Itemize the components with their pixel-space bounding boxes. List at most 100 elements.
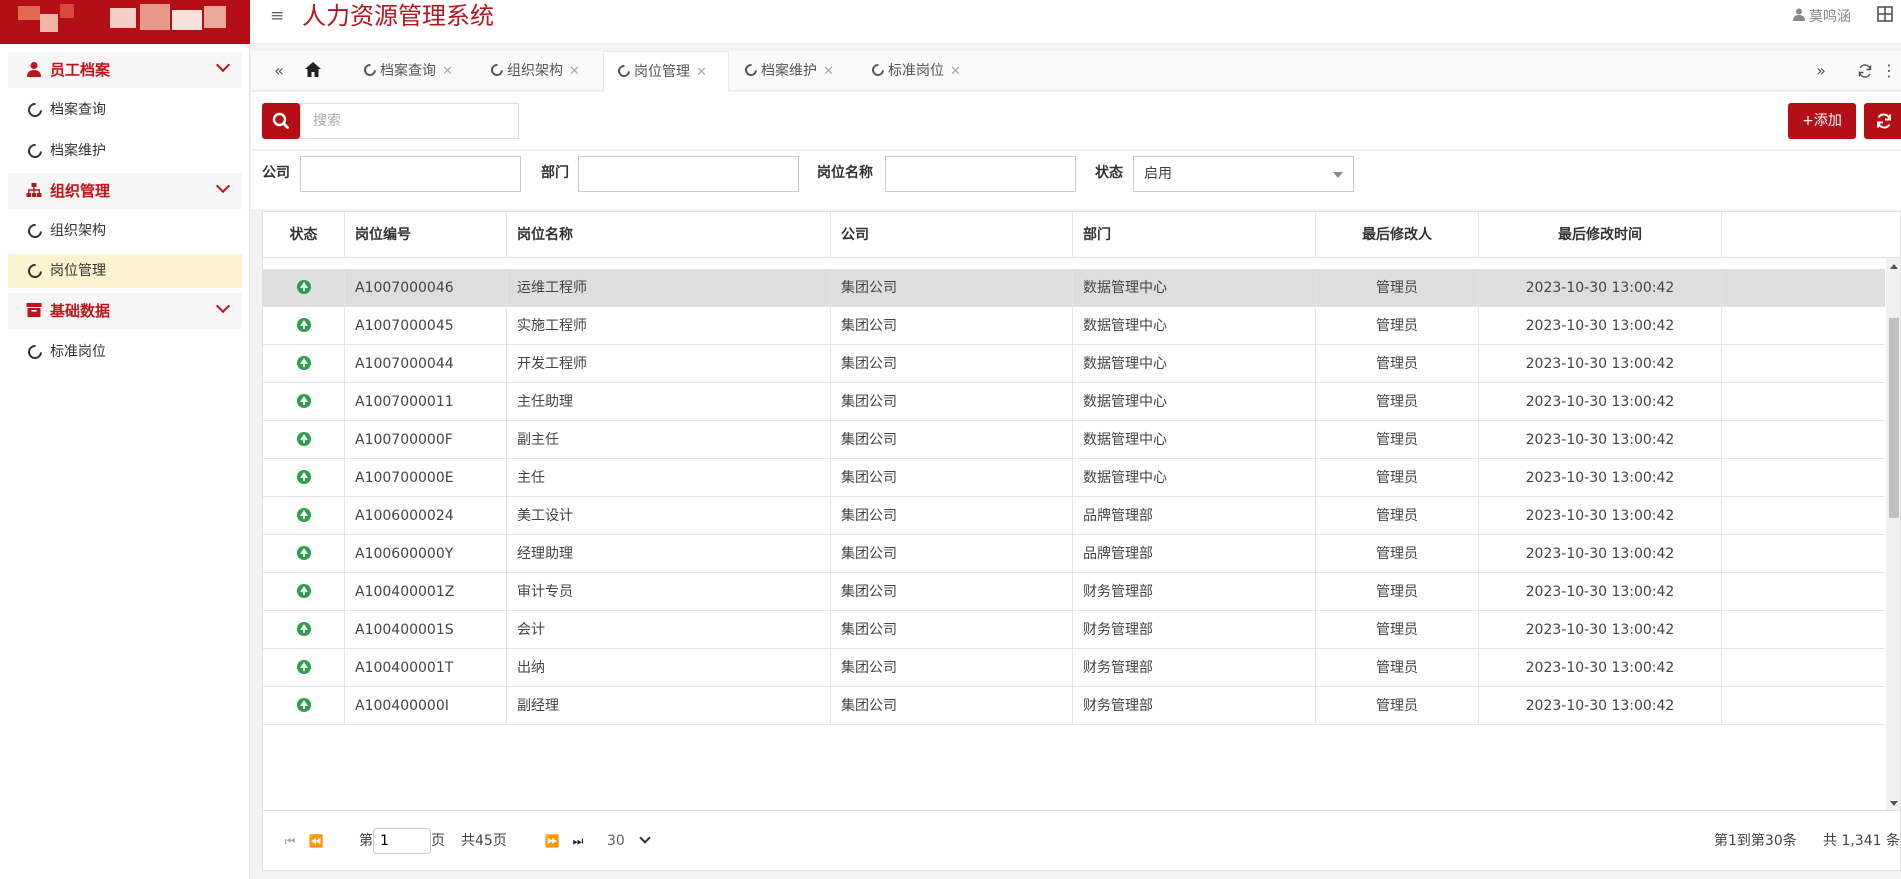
modifier-cell: 管理员 bbox=[1316, 421, 1479, 459]
scroll-left-icon[interactable]: « bbox=[259, 51, 299, 91]
sidebar-item-record-maintenance[interactable]: 档案维护 bbox=[8, 134, 242, 168]
tab-record-maintenance[interactable]: 档案维护 ✕ bbox=[742, 51, 834, 91]
name-cell: 会计 bbox=[507, 611, 831, 649]
sidebar-item-label: 岗位管理 bbox=[50, 263, 106, 279]
table-row[interactable]: A1007000046 运维工程师 集团公司 数据管理中心 管理员 2023-10-30 … bbox=[263, 269, 1885, 307]
table-row[interactable]: A100700000E 主任 集团公司 数据管理中心 管理员 2023-10-30 13:… bbox=[263, 459, 1885, 497]
refresh-button[interactable] bbox=[1864, 103, 1901, 139]
user-menu[interactable]: 莫鸣涵 bbox=[1793, 6, 1851, 26]
more-vertical-icon[interactable]: ⋮ bbox=[1877, 51, 1901, 91]
scroll-down-icon[interactable] bbox=[1890, 801, 1898, 806]
dept-cell: 数据管理中心 bbox=[1073, 269, 1316, 307]
modified-time-cell: 2023-10-30 13:00:42 bbox=[1479, 421, 1722, 459]
filler-cell bbox=[1722, 459, 1885, 497]
table-row[interactable]: A100400001Z 审计专员 集团公司 财务管理部 管理员 2023-10-30 13… bbox=[263, 573, 1885, 611]
close-icon[interactable]: ✕ bbox=[950, 64, 961, 79]
modifier-cell: 管理员 bbox=[1316, 687, 1479, 725]
modifier-cell: 管理员 bbox=[1316, 497, 1479, 535]
sidebar-group-employee-records[interactable]: 员工档案 bbox=[8, 52, 242, 88]
pagination: ⏮ ⏪ 第 页 共45页 ⏩ ⏭ 30 第1到第30条 共 1,341 条 bbox=[262, 811, 1901, 871]
table-scrollbar[interactable] bbox=[1886, 258, 1900, 810]
enabled-arrow-up-icon bbox=[296, 280, 311, 294]
modifier-cell: 管理员 bbox=[1316, 459, 1479, 497]
close-icon[interactable]: ✕ bbox=[442, 64, 453, 79]
position-name-input[interactable] bbox=[885, 156, 1076, 192]
table-row[interactable]: A100400001T 出纳 集团公司 财务管理部 管理员 2023-10-30 13:0… bbox=[263, 649, 1885, 687]
col-code[interactable]: 岗位编号 bbox=[345, 212, 507, 258]
next-page-icon[interactable]: ⏩ bbox=[543, 831, 561, 851]
sidebar-group-label: 员工档案 bbox=[50, 61, 111, 79]
company-cell: 集团公司 bbox=[831, 459, 1073, 497]
scroll-up-icon[interactable] bbox=[1890, 264, 1898, 269]
sidebar-group-label: 基础数据 bbox=[50, 302, 111, 320]
status-cell bbox=[263, 459, 345, 497]
col-dept[interactable]: 部门 bbox=[1073, 212, 1316, 258]
col-modified-time[interactable]: 最后修改时间 bbox=[1479, 212, 1722, 258]
tab-label: 档案查询 bbox=[380, 63, 436, 79]
grid-icon[interactable] bbox=[1877, 6, 1893, 26]
circle-notch-icon bbox=[361, 61, 379, 79]
col-status[interactable]: 状态 bbox=[263, 212, 345, 258]
table-row[interactable]: A100600000Y 经理助理 集团公司 品牌管理部 管理员 2023-10-30 13… bbox=[263, 535, 1885, 573]
chevron-down-icon bbox=[639, 832, 651, 844]
sidebar-item-org-structure[interactable]: 组织架构 bbox=[8, 214, 242, 248]
circle-notch-icon bbox=[25, 100, 45, 120]
sidebar-item-label: 标准岗位 bbox=[50, 344, 106, 360]
home-icon[interactable] bbox=[304, 61, 324, 81]
tab-position-management[interactable]: 岗位管理 ✕ bbox=[603, 51, 729, 92]
sidebar-item-record-query[interactable]: 档案查询 bbox=[8, 93, 242, 127]
company-cell: 集团公司 bbox=[831, 345, 1073, 383]
table-row[interactable]: A1006000024 美工设计 集团公司 品牌管理部 管理员 2023-10-30 13… bbox=[263, 497, 1885, 535]
search-button[interactable] bbox=[262, 103, 300, 139]
tab-standard-position[interactable]: 标准岗位 ✕ bbox=[869, 51, 961, 91]
close-icon[interactable]: ✕ bbox=[696, 65, 707, 80]
sidebar-item-position-management[interactable]: 岗位管理 bbox=[8, 254, 242, 288]
circle-notch-icon bbox=[25, 141, 45, 161]
status-cell bbox=[263, 611, 345, 649]
modified-time-cell: 2023-10-30 13:00:42 bbox=[1479, 535, 1722, 573]
modified-time-cell: 2023-10-30 13:00:42 bbox=[1479, 649, 1722, 687]
prev-page-icon[interactable]: ⏪ bbox=[307, 831, 325, 851]
position-name-label: 岗位名称 bbox=[817, 165, 873, 181]
modified-time-cell: 2023-10-30 13:00:42 bbox=[1479, 383, 1722, 421]
scroll-thumb[interactable] bbox=[1889, 318, 1899, 518]
col-company[interactable]: 公司 bbox=[831, 212, 1073, 258]
table-row[interactable]: A100400001S 会计 集团公司 财务管理部 管理员 2023-10-30 13:0… bbox=[263, 611, 1885, 649]
dept-input[interactable] bbox=[578, 156, 799, 192]
status-select[interactable]: 启用 bbox=[1133, 156, 1354, 192]
table-row[interactable]: A100400000I 副经理 集团公司 财务管理部 管理员 2023-10-30 13:… bbox=[263, 687, 1885, 725]
menu-toggle-icon[interactable]: ≡ bbox=[270, 6, 290, 26]
close-icon[interactable]: ✕ bbox=[823, 64, 834, 79]
table-row[interactable]: A1007000011 主任助理 集团公司 数据管理中心 管理员 2023-10-30 1… bbox=[263, 383, 1885, 421]
table-row[interactable]: A100700000F 副主任 集团公司 数据管理中心 管理员 2023-10-30 13… bbox=[263, 421, 1885, 459]
table-row[interactable]: A1007000044 开发工程师 集团公司 数据管理中心 管理员 2023-10-30 … bbox=[263, 345, 1885, 383]
last-page-icon[interactable]: ⏭ bbox=[569, 831, 587, 851]
col-modifier[interactable]: 最后修改人 bbox=[1316, 212, 1479, 258]
modified-time-cell: 2023-10-30 13:00:42 bbox=[1479, 307, 1722, 345]
modified-time-cell: 2023-10-30 13:00:42 bbox=[1479, 345, 1722, 383]
dept-cell: 数据管理中心 bbox=[1073, 459, 1316, 497]
sidebar-group-org-management[interactable]: 组织管理 bbox=[8, 173, 242, 209]
scroll-right-icon[interactable]: » bbox=[1801, 51, 1841, 91]
add-button[interactable]: +添加 bbox=[1788, 103, 1856, 139]
tab-record-query[interactable]: 档案查询 ✕ bbox=[361, 51, 453, 91]
tab-org-structure[interactable]: 组织架构 ✕ bbox=[488, 51, 580, 91]
company-input[interactable] bbox=[300, 156, 521, 192]
first-page-icon[interactable]: ⏮ bbox=[281, 831, 299, 851]
archive-icon bbox=[26, 302, 42, 318]
sidebar-item-standard-position[interactable]: 标准岗位 bbox=[8, 335, 242, 369]
table-row[interactable]: A1007000045 实施工程师 集团公司 数据管理中心 管理员 2023-10-30 … bbox=[263, 307, 1885, 345]
company-cell: 集团公司 bbox=[831, 649, 1073, 687]
close-icon[interactable]: ✕ bbox=[569, 64, 580, 79]
name-cell: 副经理 bbox=[507, 687, 831, 725]
sidebar-item-label: 档案维护 bbox=[50, 143, 106, 159]
caret-down-icon bbox=[1333, 172, 1343, 178]
modifier-cell: 管理员 bbox=[1316, 307, 1479, 345]
page-input[interactable] bbox=[373, 828, 431, 854]
col-filler bbox=[1722, 212, 1900, 258]
search-input[interactable] bbox=[300, 103, 519, 139]
tab-label: 组织架构 bbox=[507, 63, 563, 79]
col-name[interactable]: 岗位名称 bbox=[507, 212, 831, 258]
page-size-select[interactable]: 30 bbox=[607, 831, 655, 851]
sidebar-group-base-data[interactable]: 基础数据 bbox=[8, 293, 242, 329]
